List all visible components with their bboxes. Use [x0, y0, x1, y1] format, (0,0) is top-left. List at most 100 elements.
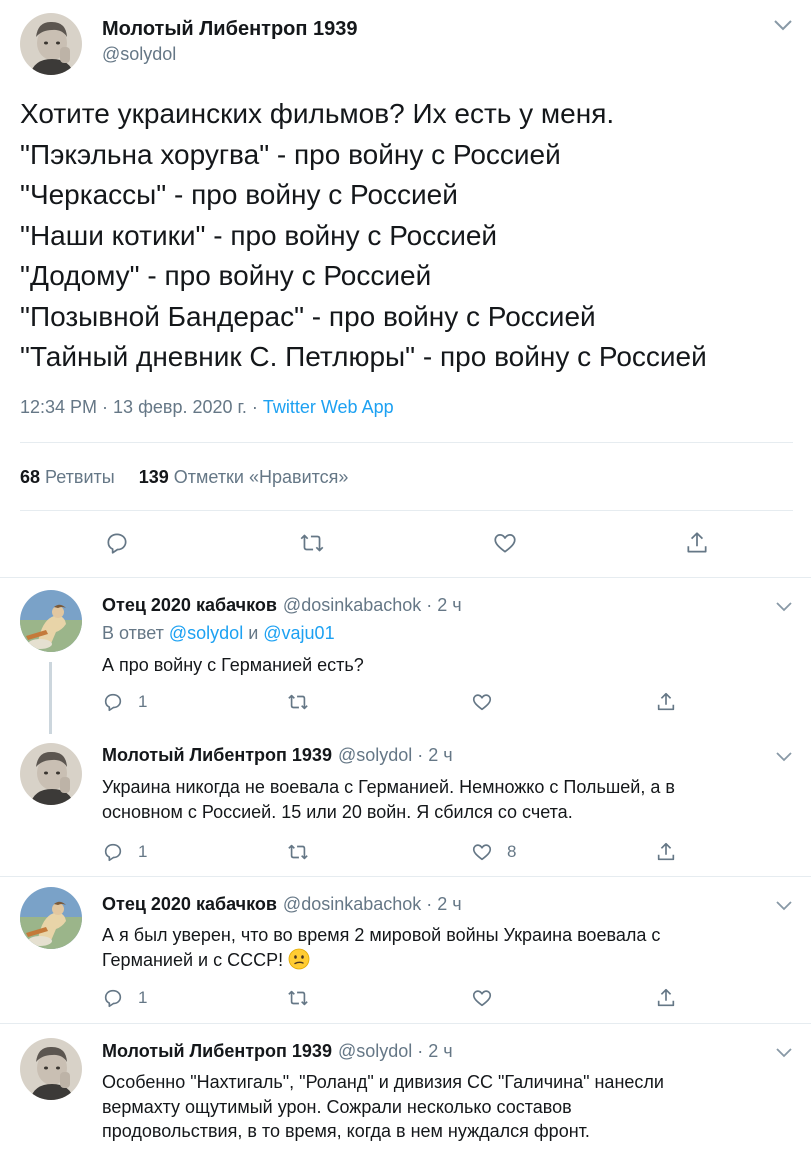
- reply-count: 1: [138, 692, 148, 711]
- retweets-count: 68: [20, 467, 41, 487]
- tweet-line: "Наши котики" - про войну с Россией: [20, 219, 498, 251]
- divider: [20, 442, 793, 443]
- reply-text: Украина никогда не воевала с Германией. …: [102, 775, 792, 824]
- chevron-down-icon[interactable]: [775, 750, 793, 762]
- tweet-line: "Пэкэльна хоругва" - про войну с Россией: [20, 138, 561, 170]
- reply-icon: [102, 841, 124, 863]
- reply-button[interactable]: [104, 530, 130, 556]
- author-avatar[interactable]: [20, 13, 82, 75]
- reply-text: А я был уверен, что во время 2 мировой в…: [102, 923, 792, 972]
- reply-avatar[interactable]: [20, 743, 82, 805]
- reply-text-line: Украина никогда не воевала с Германией. …: [102, 777, 675, 797]
- mention-link[interactable]: @vaju01: [263, 623, 334, 643]
- reply-icon: [102, 987, 124, 1009]
- reply-tweet[interactable]: Отец 2020 кабачков @dosinkabachok · 2 ч В…: [0, 578, 811, 728]
- retweets-label: Ретвиты: [45, 467, 115, 487]
- tweet-stats: 68 Ретвиты 139 Отметки «Нравится»: [20, 467, 348, 488]
- reply-header: Отец 2020 кабачков @dosinkabachok · 2 ч: [102, 894, 462, 915]
- retweet-icon: [286, 841, 310, 863]
- reply-to-prefix: В ответ: [102, 623, 169, 643]
- reply-button[interactable]: 1: [102, 987, 147, 1009]
- like-button[interactable]: [471, 691, 493, 713]
- reply-avatar[interactable]: [20, 590, 82, 652]
- mention-link[interactable]: @solydol: [169, 623, 243, 643]
- confused-face-emoji: [288, 948, 310, 970]
- retweet-icon: [298, 530, 326, 556]
- reply-to-line: В ответ @solydol и @vaju01: [102, 623, 335, 644]
- share-icon: [655, 841, 677, 863]
- reply-text-line: Германией и с СССР!: [102, 948, 792, 973]
- divider: [20, 510, 793, 511]
- reply-author-name[interactable]: Молотый Либентроп 1939: [102, 1041, 332, 1061]
- share-icon: [684, 530, 710, 556]
- author-handle[interactable]: @solydol: [102, 44, 176, 65]
- chevron-down-icon[interactable]: [775, 1046, 793, 1058]
- reply-count: 1: [138, 988, 148, 1007]
- reply-header: Отец 2020 кабачков @dosinkabachok · 2 ч: [102, 595, 462, 616]
- likes-stat[interactable]: 139 Отметки «Нравится»: [139, 467, 349, 487]
- retweet-button[interactable]: [298, 530, 326, 556]
- retweet-button[interactable]: [286, 841, 310, 863]
- like-button[interactable]: 8: [471, 841, 516, 863]
- like-icon: [471, 691, 493, 713]
- like-icon: [492, 530, 518, 556]
- chevron-down-icon[interactable]: [775, 600, 793, 612]
- tweet-line: Хотите украинских фильмов? Их есть у мен…: [20, 98, 615, 129]
- like-button[interactable]: [492, 530, 518, 556]
- reply-to-and: и: [243, 623, 264, 643]
- reply-author-handle[interactable]: @dosinkabachok · 2 ч: [283, 595, 462, 615]
- reply-text-line: А я был уверен, что во время 2 мировой в…: [102, 925, 661, 945]
- retweet-button[interactable]: [286, 987, 310, 1009]
- like-button[interactable]: [471, 987, 493, 1009]
- like-count: 8: [507, 842, 517, 861]
- reply-avatar[interactable]: [20, 1038, 82, 1100]
- retweet-icon: [286, 691, 310, 713]
- like-icon: [471, 841, 493, 863]
- reply-author-handle[interactable]: @solydol · 2 ч: [338, 745, 453, 765]
- likes-label: Отметки «Нравится»: [173, 467, 349, 487]
- reply-icon: [102, 691, 124, 713]
- reply-icon: [104, 530, 130, 556]
- tweet-text: Хотите украинских фильмов? Их есть у мен…: [20, 94, 800, 378]
- chevron-down-icon[interactable]: [773, 18, 793, 32]
- reply-avatar[interactable]: [20, 887, 82, 949]
- tweet-line: "Додому" - про войну с Россией: [20, 260, 432, 291]
- reply-button[interactable]: 1: [102, 841, 147, 863]
- reply-text-line: вермахту ощутимый урон. Сожрали нескольк…: [102, 1096, 572, 1117]
- reply-button[interactable]: 1: [102, 691, 147, 713]
- tweet-client[interactable]: Twitter Web App: [263, 397, 394, 417]
- share-icon: [655, 691, 677, 713]
- reply-author-handle[interactable]: @dosinkabachok · 2 ч: [283, 894, 462, 914]
- tweet-meta: 12:34 PM · 13 февр. 2020 г. · Twitter We…: [20, 397, 394, 418]
- share-button[interactable]: [684, 530, 710, 556]
- tweet-line: "Тайный дневник С. Петлюры" - про войну …: [20, 341, 707, 372]
- main-tweet: Молотый Либентроп 1939 @solydol Хотите у…: [0, 0, 811, 578]
- retweet-icon: [286, 987, 310, 1009]
- reply-tweet[interactable]: Отец 2020 кабачков @dosinkabachok · 2 ч А…: [0, 877, 811, 1023]
- reply-text-line: продовольствия, в то время, когда в нем …: [102, 1121, 590, 1141]
- retweet-button[interactable]: [286, 691, 310, 713]
- reply-header: Молотый Либентроп 1939 @solydol · 2 ч: [102, 1041, 453, 1062]
- share-icon: [655, 987, 677, 1009]
- tweet-line: "Позывной Бандерас" - про войну с Россие…: [20, 300, 596, 332]
- reply-text: Особенно "Нахтигаль", "Роланд" и дивизия…: [102, 1070, 792, 1144]
- author-name[interactable]: Молотый Либентроп 1939: [102, 18, 358, 41]
- reply-count: 1: [138, 842, 148, 861]
- reply-author-name[interactable]: Молотый Либентроп 1939: [102, 745, 332, 765]
- likes-count: 139: [138, 467, 169, 487]
- reply-tweet[interactable]: Молотый Либентроп 1939 @solydol · 2 ч Укр…: [0, 729, 811, 877]
- reply-author-name[interactable]: Отец 2020 кабачков: [102, 894, 277, 914]
- reply-author-handle[interactable]: @solydol · 2 ч: [338, 1041, 453, 1061]
- share-button[interactable]: [655, 841, 677, 863]
- reply-header: Молотый Либентроп 1939 @solydol · 2 ч: [102, 745, 453, 766]
- share-button[interactable]: [655, 987, 677, 1009]
- reply-text-line: Особенно "Нахтигаль", "Роланд" и дивизия…: [102, 1072, 664, 1092]
- share-button[interactable]: [655, 691, 677, 713]
- reply-author-name[interactable]: Отец 2020 кабачков: [102, 595, 277, 615]
- reply-tweet[interactable]: Молотый Либентроп 1939 @solydol · 2 ч Осо…: [0, 1024, 811, 1159]
- retweets-stat[interactable]: 68 Ретвиты: [20, 467, 115, 487]
- tweet-time[interactable]: 12:34 PM · 13 февр. 2020 г. ·: [20, 397, 263, 417]
- tweet-line: "Черкассы" - про войну с Россией: [20, 179, 458, 210]
- reply-text-fragment: Германией и с СССР!: [102, 949, 284, 970]
- chevron-down-icon[interactable]: [775, 899, 793, 911]
